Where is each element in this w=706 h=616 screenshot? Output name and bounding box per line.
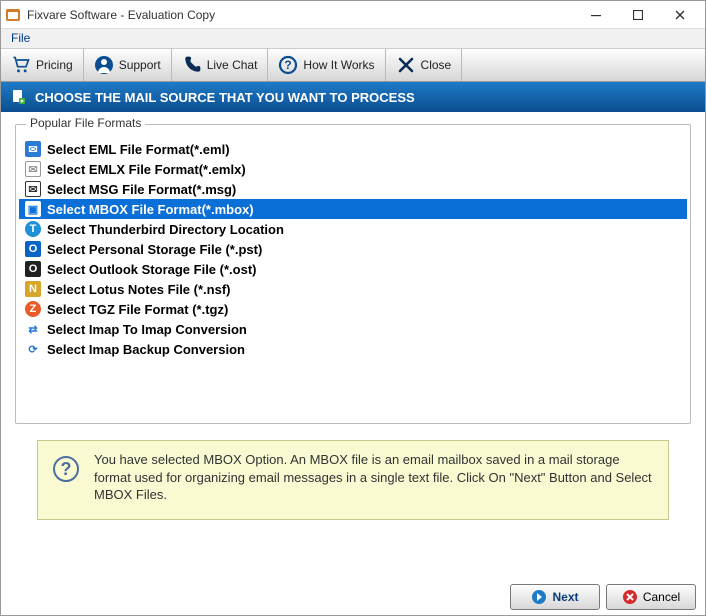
cancel-label: Cancel	[643, 590, 680, 604]
support-icon	[94, 55, 114, 75]
format-item-thunderbird[interactable]: T Select Thunderbird Directory Location	[19, 219, 687, 239]
livechat-label: Live Chat	[207, 58, 258, 72]
msg-icon: ✉	[25, 181, 41, 197]
svg-text:?: ?	[285, 58, 292, 72]
group-legend: Popular File Formats	[26, 116, 145, 130]
format-item-msg[interactable]: ✉ Select MSG File Format(*.msg)	[19, 179, 687, 199]
format-label: Select Personal Storage File (*.pst)	[47, 242, 262, 257]
phone-icon	[182, 55, 202, 75]
format-list: ✉ Select EML File Format(*.eml) ✉ Select…	[19, 139, 687, 359]
maximize-button[interactable]	[617, 1, 659, 29]
format-label: Select TGZ File Format (*.tgz)	[47, 302, 228, 317]
format-item-imap-to-imap[interactable]: ⇄ Select Imap To Imap Conversion	[19, 319, 687, 339]
pricing-label: Pricing	[36, 58, 73, 72]
howitworks-label: How It Works	[303, 58, 374, 72]
close-label: Close	[421, 58, 452, 72]
format-label: Select Outlook Storage File (*.ost)	[47, 262, 256, 277]
thunderbird-icon: T	[25, 221, 41, 237]
next-label: Next	[552, 590, 578, 604]
window-title: Fixvare Software - Evaluation Copy	[27, 8, 575, 22]
close-icon	[396, 55, 416, 75]
file-formats-group: Popular File Formats ✉ Select EML File F…	[15, 124, 691, 424]
support-label: Support	[119, 58, 161, 72]
format-label: Select EML File Format(*.eml)	[47, 142, 230, 157]
imap-backup-icon: ⟳	[25, 341, 41, 357]
cart-icon	[11, 55, 31, 75]
titlebar: Fixvare Software - Evaluation Copy	[1, 1, 705, 29]
cancel-x-icon	[622, 589, 638, 605]
format-label: Select Imap Backup Conversion	[47, 342, 245, 357]
format-item-ost[interactable]: O Select Outlook Storage File (*.ost)	[19, 259, 687, 279]
menu-file[interactable]: File	[1, 29, 40, 47]
close-window-button[interactable]	[659, 1, 701, 29]
support-button[interactable]: Support	[84, 49, 172, 81]
question-icon: ?	[278, 55, 298, 75]
eml-icon: ✉	[25, 141, 41, 157]
format-item-pst[interactable]: O Select Personal Storage File (*.pst)	[19, 239, 687, 259]
outlook-ost-icon: O	[25, 261, 41, 277]
format-label: Select Imap To Imap Conversion	[47, 322, 247, 337]
app-icon	[5, 7, 21, 23]
format-item-mbox[interactable]: ▣ Select MBOX File Format(*.mbox)	[19, 199, 687, 219]
info-icon: ?	[52, 455, 80, 483]
menubar: File	[1, 29, 705, 49]
footer-buttons: Next Cancel	[510, 584, 696, 610]
header-band: CHOOSE THE MAIL SOURCE THAT YOU WANT TO …	[1, 82, 705, 112]
outlook-pst-icon: O	[25, 241, 41, 257]
format-label: Select MSG File Format(*.msg)	[47, 182, 236, 197]
format-item-eml[interactable]: ✉ Select EML File Format(*.eml)	[19, 139, 687, 159]
tgz-icon: Z	[25, 301, 41, 317]
next-arrow-icon	[531, 589, 547, 605]
mbox-icon: ▣	[25, 201, 41, 217]
livechat-button[interactable]: Live Chat	[172, 49, 269, 81]
header-title: CHOOSE THE MAIL SOURCE THAT YOU WANT TO …	[35, 90, 415, 105]
lotus-notes-icon: N	[25, 281, 41, 297]
document-plus-icon	[11, 89, 27, 105]
howitworks-button[interactable]: ? How It Works	[268, 49, 385, 81]
format-item-tgz[interactable]: Z Select TGZ File Format (*.tgz)	[19, 299, 687, 319]
emlx-icon: ✉	[25, 161, 41, 177]
format-label: Select Lotus Notes File (*.nsf)	[47, 282, 230, 297]
info-panel: ? You have selected MBOX Option. An MBOX…	[37, 440, 669, 520]
main-area: Popular File Formats ✉ Select EML File F…	[1, 112, 705, 528]
format-item-emlx[interactable]: ✉ Select EMLX File Format(*.emlx)	[19, 159, 687, 179]
imap-sync-icon: ⇄	[25, 321, 41, 337]
cancel-button[interactable]: Cancel	[606, 584, 696, 610]
next-button[interactable]: Next	[510, 584, 600, 610]
toolbar: Pricing Support Live Chat ? How It Works…	[1, 49, 705, 82]
minimize-button[interactable]	[575, 1, 617, 29]
format-label: Select EMLX File Format(*.emlx)	[47, 162, 246, 177]
format-item-nsf[interactable]: N Select Lotus Notes File (*.nsf)	[19, 279, 687, 299]
format-label: Select MBOX File Format(*.mbox)	[47, 202, 254, 217]
svg-text:?: ?	[61, 459, 72, 479]
info-text: You have selected MBOX Option. An MBOX f…	[94, 451, 654, 504]
close-button[interactable]: Close	[386, 49, 463, 81]
format-label: Select Thunderbird Directory Location	[47, 222, 284, 237]
pricing-button[interactable]: Pricing	[1, 49, 84, 81]
format-item-imap-backup[interactable]: ⟳ Select Imap Backup Conversion	[19, 339, 687, 359]
